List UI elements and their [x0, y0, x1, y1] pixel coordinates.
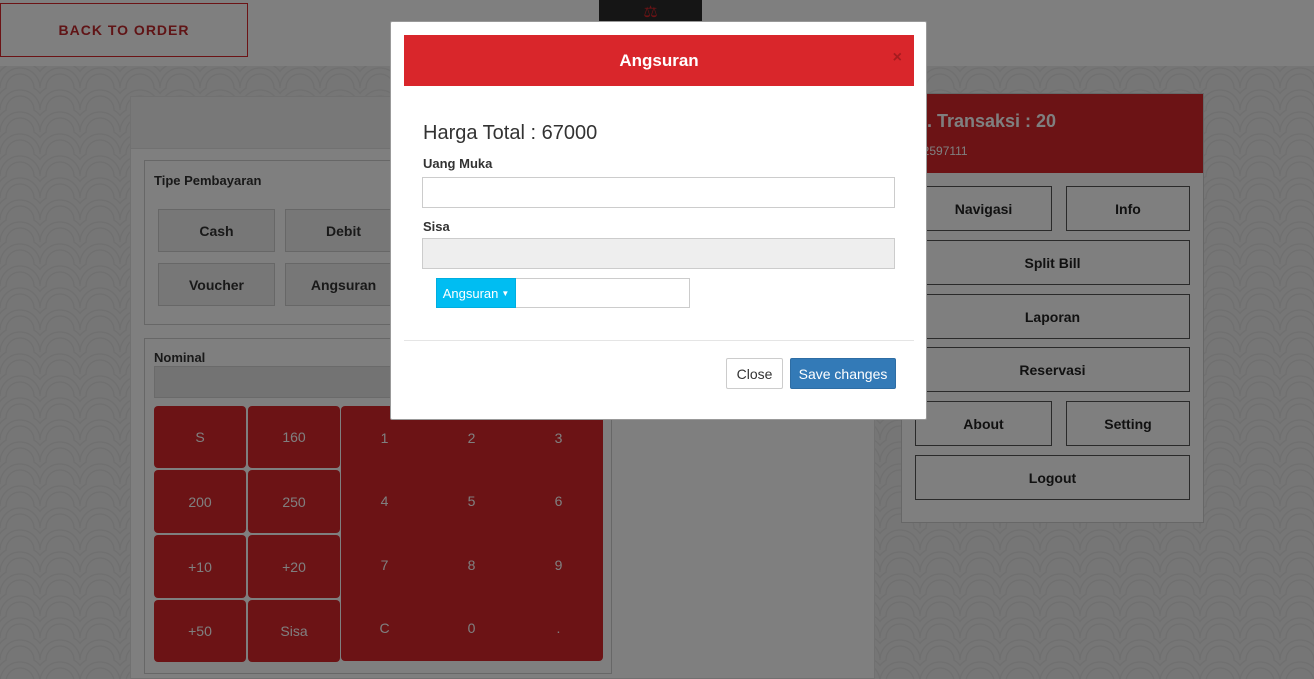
uang-muka-input[interactable]	[422, 177, 895, 208]
angsuran-dropdown[interactable]: Angsuran ▼	[436, 278, 516, 308]
caret-down-icon: ▼	[501, 288, 510, 298]
modal-header: Angsuran ×	[404, 35, 914, 86]
sisa-input	[422, 238, 895, 269]
angsuran-modal: Angsuran × Harga Total : 67000 Uang Muka…	[390, 21, 927, 420]
harga-total: Harga Total : 67000	[423, 122, 598, 144]
modal-footer-divider	[404, 340, 914, 341]
sisa-label: Sisa	[423, 219, 450, 234]
uang-muka-label: Uang Muka	[423, 156, 493, 171]
save-changes-button[interactable]: Save changes	[790, 358, 896, 389]
modal-title: Angsuran	[619, 50, 699, 70]
close-icon[interactable]: ×	[893, 49, 902, 67]
angsuran-input[interactable]	[516, 278, 690, 308]
angsuran-input-group: Angsuran ▼	[436, 278, 690, 308]
angsuran-dropdown-label: Angsuran	[442, 285, 499, 301]
close-button[interactable]: Close	[726, 358, 783, 389]
